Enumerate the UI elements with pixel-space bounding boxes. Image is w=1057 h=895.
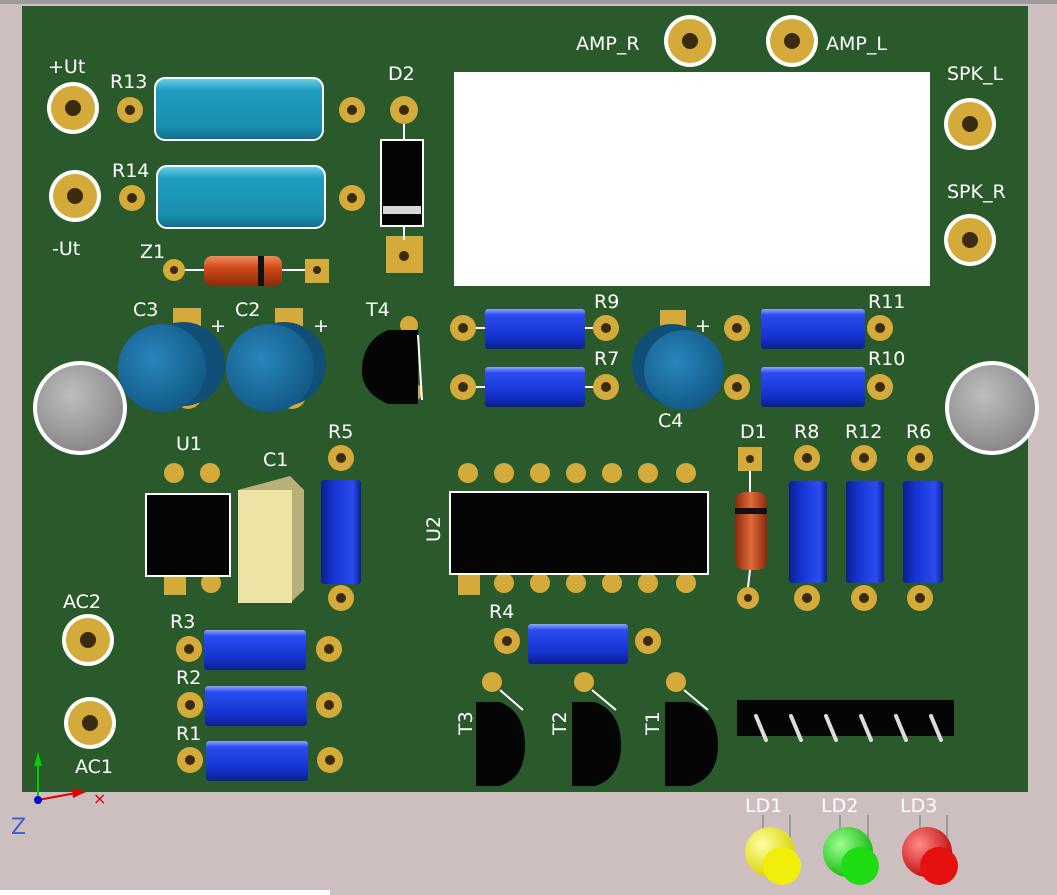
pad-spk-l — [944, 98, 996, 150]
label-c1: C1 — [263, 449, 288, 471]
pad-spk-r — [944, 214, 996, 266]
mounting-hole-left — [33, 361, 127, 455]
pcb-3d-view: +Ut -Ut R13 R14 D2 Z1 AMP_R AMP_L SPK_L … — [0, 0, 1057, 895]
pad-minus-ut — [49, 170, 101, 222]
led-ld2 — [823, 815, 879, 885]
pad-plus-ut — [47, 82, 99, 134]
label-d1: D1 — [740, 421, 767, 443]
label-r2: R2 — [176, 667, 201, 689]
label-plus-ut: +Ut — [48, 56, 85, 78]
label-c2: C2 — [235, 299, 260, 321]
label-r8: R8 — [794, 421, 819, 443]
label-d2: D2 — [388, 63, 415, 85]
label-r10: R10 — [868, 348, 905, 370]
pin-header — [737, 700, 954, 742]
label-amp-l: AMP_L — [826, 33, 887, 55]
label-ld1: LD1 — [745, 795, 782, 817]
label-t2: T2 — [549, 711, 571, 736]
label-amp-r: AMP_R — [576, 33, 640, 55]
svg-text:×: × — [93, 789, 106, 808]
label-r13: R13 — [110, 71, 147, 93]
label-ld2: LD2 — [821, 795, 858, 817]
status-bar-edge — [0, 890, 330, 895]
label-ld3: LD3 — [900, 795, 937, 817]
label-z1: Z1 — [140, 241, 165, 263]
heatsink-area — [454, 72, 930, 286]
label-r4: R4 — [489, 601, 514, 623]
label-r1: R1 — [176, 723, 201, 745]
pad-amp-l — [766, 15, 818, 67]
label-c3-plus: + — [210, 315, 226, 337]
axis-z-label: Z — [11, 815, 26, 840]
label-r11: R11 — [868, 291, 905, 313]
label-c2-plus: + — [313, 315, 329, 337]
label-spk-r: SPK_R — [947, 181, 1006, 203]
pad-ac2 — [62, 614, 114, 666]
mounting-hole-right — [945, 361, 1039, 455]
capacitor-c1 — [238, 476, 304, 603]
pad-ac1 — [64, 697, 116, 749]
label-r6: R6 — [906, 421, 931, 443]
label-c3: C3 — [133, 299, 158, 321]
label-r12: R12 — [845, 421, 882, 443]
label-spk-l: SPK_L — [947, 63, 1003, 85]
label-t4: T4 — [365, 299, 390, 321]
label-r14: R14 — [112, 160, 149, 182]
label-r9: R9 — [594, 291, 619, 313]
label-r3: R3 — [170, 611, 195, 633]
label-u1: U1 — [176, 433, 202, 455]
label-r5: R5 — [328, 421, 353, 443]
label-t1: T1 — [642, 711, 664, 736]
label-ac2: AC2 — [63, 591, 101, 613]
led-ld3 — [902, 815, 958, 885]
label-t3: T3 — [455, 711, 477, 736]
label-u2: U2 — [423, 516, 445, 542]
pad-amp-r — [664, 15, 716, 67]
label-r7: R7 — [594, 348, 619, 370]
label-ac1: AC1 — [75, 756, 113, 778]
led-ld1 — [745, 815, 801, 885]
label-minus-ut: -Ut — [52, 238, 80, 260]
label-c4: C4 — [658, 410, 683, 432]
